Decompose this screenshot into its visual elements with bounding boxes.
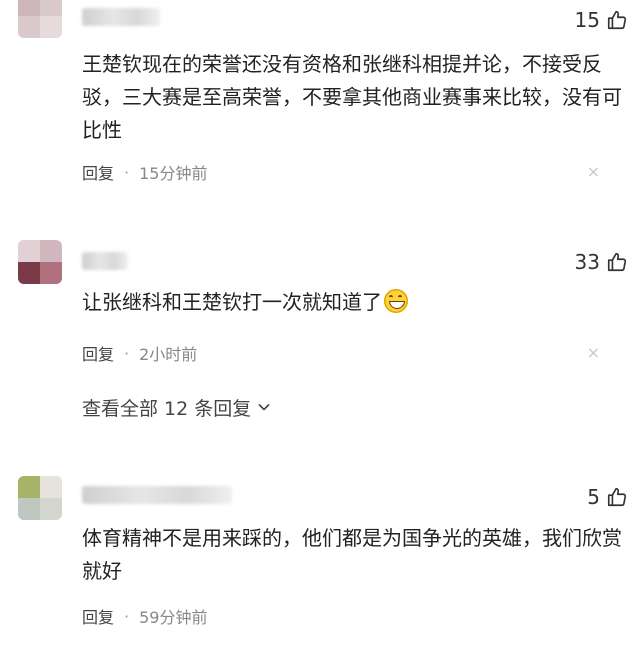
separator-dot: ·	[124, 162, 130, 182]
chevron-down-icon	[257, 397, 271, 419]
avatar[interactable]	[18, 0, 62, 38]
like-count: 33	[574, 250, 600, 274]
comment-meta: 回复 · 15分钟前	[82, 160, 207, 184]
reply-button[interactable]: 回复	[82, 160, 114, 184]
avatar[interactable]	[18, 476, 62, 520]
reply-button[interactable]: 回复	[82, 341, 114, 365]
comment-meta: 回复 · 2小时前	[82, 341, 197, 365]
comment-text-body: 让张继科和王楚钦打一次就知道了	[82, 290, 382, 314]
close-icon[interactable]: ×	[587, 343, 600, 362]
view-all-replies-label: 查看全部 12 条回复	[82, 398, 252, 420]
username-blurred[interactable]	[82, 252, 128, 270]
like-count: 15	[574, 8, 600, 32]
view-all-replies-link[interactable]: 查看全部 12 条回复	[82, 394, 271, 421]
comment-meta: 回复 · 59分钟前	[82, 604, 207, 628]
timestamp: 59分钟前	[139, 608, 208, 627]
username-blurred[interactable]	[82, 8, 160, 26]
avatar[interactable]	[18, 240, 62, 284]
close-icon[interactable]: ×	[587, 162, 600, 181]
timestamp: 15分钟前	[139, 164, 208, 183]
reply-button[interactable]: 回复	[82, 604, 114, 628]
separator-dot: ·	[124, 606, 130, 626]
timestamp: 2小时前	[139, 345, 198, 364]
thumbs-up-icon[interactable]	[606, 9, 628, 31]
thumbs-up-icon[interactable]	[606, 251, 628, 273]
like-control[interactable]: 33	[575, 250, 628, 274]
like-count: 5	[587, 485, 600, 509]
username-blurred[interactable]	[82, 486, 232, 504]
thumbs-up-icon[interactable]	[606, 486, 628, 508]
like-control[interactable]: 15	[575, 8, 628, 32]
like-control[interactable]: 5	[587, 485, 628, 509]
comment-text: 体育精神不是用来踩的，他们都是为国争光的英雄，我们欣赏就好	[82, 526, 622, 583]
comment-text: 让张继科和王楚钦打一次就知道了	[82, 286, 622, 319]
comment-text: 王楚钦现在的荣誉还没有资格和张继科相提并论，不接受反驳，三大赛是至高荣誉，不要拿…	[82, 52, 622, 142]
separator-dot: ·	[124, 343, 130, 363]
grin-emoji-icon	[384, 289, 408, 313]
